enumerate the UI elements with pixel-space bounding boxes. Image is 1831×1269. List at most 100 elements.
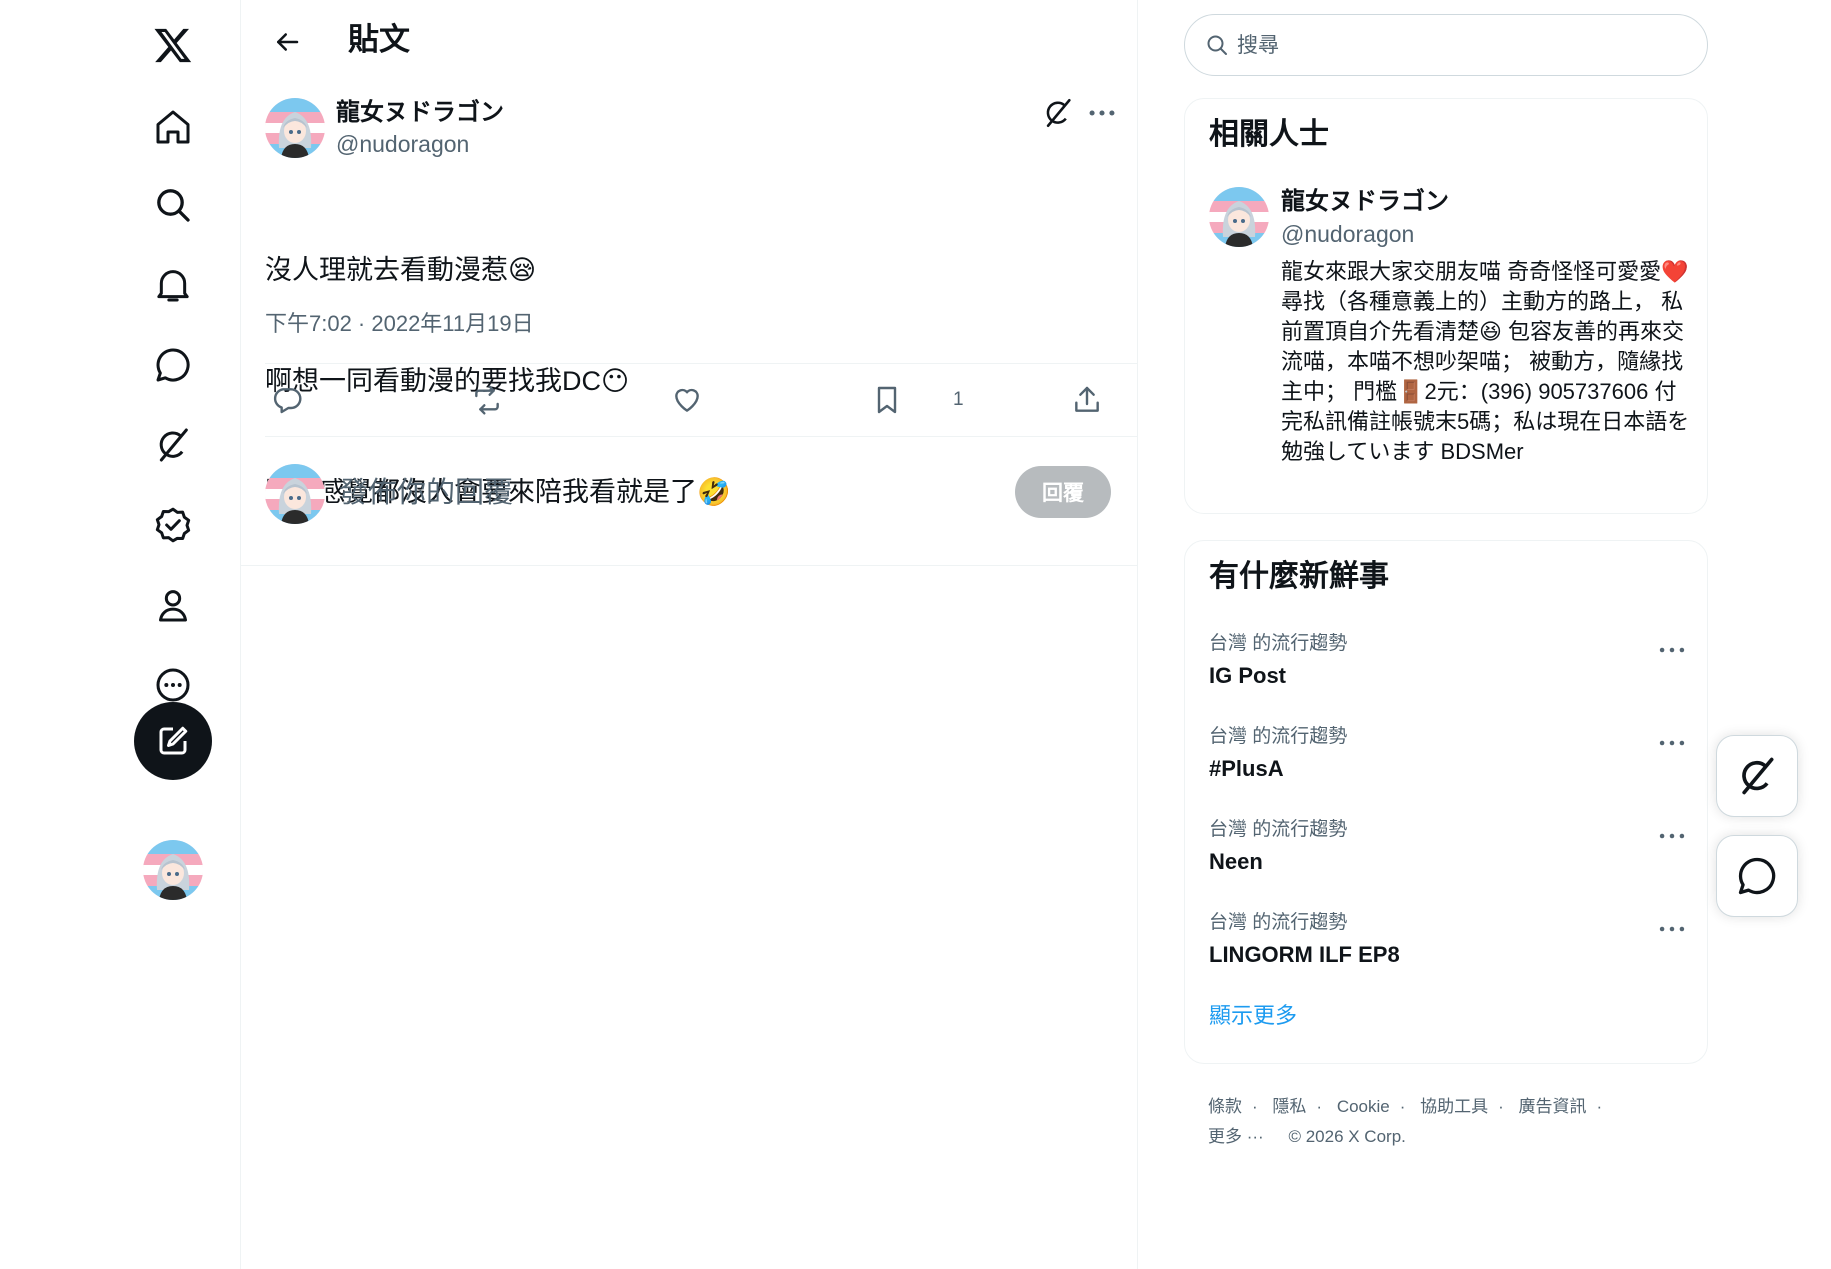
post-author-avatar[interactable] (265, 98, 325, 158)
nav-verified[interactable] (138, 490, 208, 560)
related-title: 相關人士 (1209, 118, 1329, 151)
footer-separator: · (1596, 1097, 1603, 1116)
footer-link[interactable]: 協助工具 (1420, 1097, 1488, 1116)
left-nav (0, 0, 240, 1269)
post-text-line: 沒人理就去看動漫惹😪 (265, 255, 537, 285)
repost-action-button[interactable] (467, 380, 507, 420)
related-user-name[interactable]: 龍女ヌドラゴン (1281, 187, 1449, 217)
post-author-handle[interactable]: @nudoragon (336, 129, 469, 159)
grok-icon (1742, 757, 1774, 795)
trend-item[interactable]: 台灣 的流行趨勢 Neen (1185, 817, 1709, 897)
trend-meta: 台灣 的流行趨勢 (1209, 726, 1348, 747)
trends-title: 有什麼新鮮事 (1209, 560, 1389, 593)
trend-item[interactable]: 台灣 的流行趨勢 IG Post (1185, 631, 1709, 711)
trend-name: #PlusA (1209, 756, 1284, 781)
profile-icon (159, 590, 187, 622)
reply-user-avatar (265, 464, 325, 524)
divider (241, 565, 1137, 566)
footer-links: 條款 · 隱私 · Cookie · 協助工具 · 廣告資訊 · 更多 ··· © 202… (1208, 1092, 1708, 1152)
related-user-bio: 龍女來跟大家交朋友喵 奇奇怪怪可愛愛❤️ 尋找（各種意義上的）主動方的路上， 私… (1281, 259, 1690, 464)
trend-more-button[interactable] (1655, 726, 1689, 760)
page-title: 貼文 (348, 22, 410, 57)
bell-icon (157, 270, 189, 302)
trend-name: Neen (1209, 849, 1263, 874)
home-icon (156, 110, 190, 144)
back-button[interactable] (261, 16, 313, 68)
trend-name: IG Post (1209, 663, 1287, 688)
compose-post-button[interactable] (134, 702, 212, 780)
trend-name: LINGORM ILF EP8 (1209, 942, 1400, 967)
compose-icon (159, 726, 188, 755)
trend-meta: 台灣 的流行趨勢 (1209, 819, 1348, 840)
divider (265, 436, 1137, 437)
share-icon (1075, 386, 1099, 412)
more-horizontal-icon (1659, 833, 1685, 839)
nav-messages[interactable] (138, 330, 208, 400)
more-horizontal-icon (1089, 110, 1115, 116)
messages-icon (156, 348, 190, 382)
grok-icon (159, 428, 188, 462)
bookmark-icon (877, 386, 897, 414)
account-avatar[interactable] (143, 840, 203, 900)
messages-floating-button[interactable] (1716, 835, 1798, 917)
footer-link[interactable]: Cookie (1337, 1097, 1390, 1116)
messages-icon (1738, 857, 1776, 895)
divider (1137, 0, 1138, 1269)
nav-notifications[interactable] (138, 250, 208, 320)
trend-more-button[interactable] (1655, 912, 1689, 946)
like-action-button[interactable] (667, 380, 707, 420)
more-horizontal-icon (1659, 740, 1685, 746)
search-box[interactable] (1184, 14, 1708, 76)
post-author-name[interactable]: 龍女ヌドラゴン (336, 98, 504, 128)
more-horizontal-icon (1659, 926, 1685, 932)
reply-input[interactable] (339, 470, 899, 516)
trend-meta: 台灣 的流行趨勢 (1209, 912, 1348, 933)
footer-separator: · (1498, 1097, 1504, 1116)
x-logo-icon[interactable] (138, 10, 208, 80)
search-input[interactable] (1235, 25, 1679, 67)
related-user-avatar[interactable] (1209, 187, 1269, 247)
footer-link[interactable]: 條款 (1208, 1097, 1242, 1116)
divider (265, 363, 1137, 364)
post-more-button[interactable] (1085, 96, 1119, 130)
footer-separator: · (1316, 1097, 1323, 1116)
like-count: 1 (953, 389, 964, 410)
trend-item[interactable]: 台灣 的流行趨勢 #PlusA (1185, 724, 1709, 804)
grok-explain-button[interactable] (1041, 96, 1075, 130)
related-user-handle[interactable]: @nudoragon (1281, 219, 1414, 249)
search-icon (1207, 35, 1227, 55)
trend-meta: 台灣 的流行趨勢 (1209, 633, 1348, 654)
post-timestamp[interactable]: 下午7:02 · 2022年11月19日 (265, 309, 534, 339)
trend-item[interactable]: 台灣 的流行趨勢 LINGORM ILF EP8 (1185, 910, 1709, 990)
repost-icon (475, 385, 499, 415)
arrow-left-icon (277, 33, 299, 51)
nav-explore[interactable] (138, 170, 208, 240)
more-circle-icon (156, 668, 190, 702)
trend-more-button[interactable] (1655, 819, 1689, 853)
footer-copyright: © 2026 X Corp. (1288, 1127, 1406, 1146)
grok-floating-button[interactable] (1716, 735, 1798, 817)
footer-more-link[interactable]: 更多 ··· (1208, 1127, 1264, 1146)
footer-link[interactable]: 隱私 (1272, 1097, 1306, 1116)
grok-icon (1046, 98, 1071, 128)
footer-link[interactable]: 廣告資訊 (1519, 1097, 1587, 1116)
trend-more-button[interactable] (1655, 633, 1689, 667)
footer-separator: · (1252, 1097, 1258, 1116)
nav-profile[interactable] (138, 570, 208, 640)
more-horizontal-icon (1659, 647, 1685, 653)
reply-icon (273, 388, 302, 414)
verified-icon (155, 507, 191, 543)
nav-grok[interactable] (138, 410, 208, 480)
show-more-link[interactable]: 顯示更多 (1209, 1001, 1297, 1031)
footer-separator: · (1399, 1097, 1406, 1116)
bookmark-action-button[interactable] (867, 380, 907, 420)
trends-card: 有什麼新鮮事 台灣 的流行趨勢 IG Post 台灣 的流行趨勢 #PlusA … (1184, 540, 1708, 1064)
related-people-card: 相關人士 龍女ヌドラゴン @nudoragon 龍女來跟大家交朋友喵 奇奇怪怪可… (1184, 98, 1708, 514)
main-column: 貼文 龍女ヌドラゴン @nudoragon 沒人理就去看動漫惹😪 啊想一同看動漫… (241, 0, 1137, 1269)
share-action-button[interactable] (1067, 380, 1107, 420)
reply-action-button[interactable] (267, 380, 307, 420)
nav-home[interactable] (138, 92, 208, 162)
heart-icon (675, 388, 699, 412)
reply-submit-button[interactable]: 回覆 (1015, 466, 1111, 518)
search-icon (157, 189, 190, 222)
